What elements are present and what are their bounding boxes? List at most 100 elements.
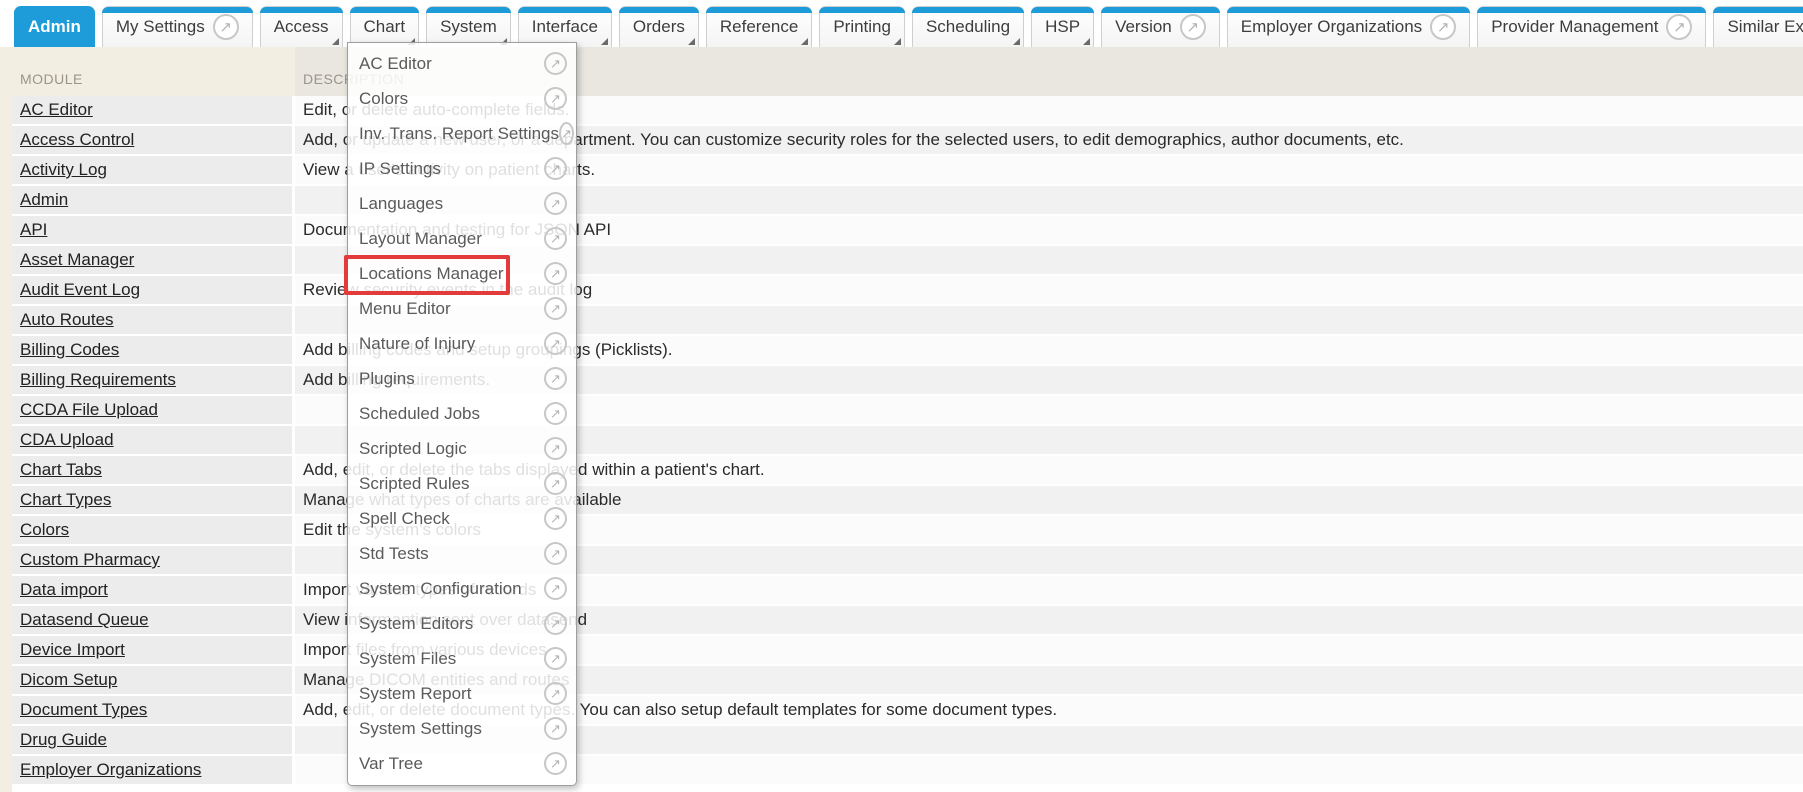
menu-item-nature-of-injury[interactable]: Nature of Injury ↗ — [348, 326, 576, 361]
tab-system[interactable]: System — [426, 6, 511, 47]
open-in-new-arrow-icon[interactable]: ↗ — [544, 262, 567, 285]
open-in-new-arrow-icon[interactable]: ↗ — [544, 682, 567, 705]
open-in-new-arrow-icon[interactable]: ↗ — [544, 87, 567, 110]
menu-item-system-editors[interactable]: System Editors ↗ — [348, 606, 576, 641]
module-link[interactable]: Admin — [20, 190, 68, 210]
open-in-new-arrow-icon[interactable]: ↗ — [544, 332, 567, 355]
module-link[interactable]: Dicom Setup — [20, 670, 117, 690]
tab-interface[interactable]: Interface — [518, 6, 612, 47]
open-in-new-arrow-icon[interactable]: ↗ — [544, 297, 567, 320]
menu-item-ip-settings[interactable]: IP Settings ↗ — [348, 151, 576, 186]
open-in-new-arrow-icon[interactable]: ↗ — [544, 227, 567, 250]
open-in-new-arrow-icon[interactable]: ↗ — [1180, 14, 1206, 40]
menu-item-locations-manager[interactable]: Locations Manager ↗ — [348, 256, 576, 291]
open-in-new-arrow-icon[interactable]: ↗ — [544, 192, 567, 215]
menu-item-var-tree[interactable]: Var Tree ↗ — [348, 746, 576, 781]
open-in-new-arrow-icon[interactable]: ↗ — [544, 717, 567, 740]
module-link[interactable]: Chart Tabs — [20, 460, 102, 480]
open-in-new-arrow-icon[interactable]: ↗ — [213, 14, 239, 40]
menu-item-menu-editor[interactable]: Menu Editor ↗ — [348, 291, 576, 326]
module-link[interactable]: Auto Routes — [20, 310, 114, 330]
module-cell: Datasend Queue — [12, 606, 292, 634]
module-cell: Colors — [12, 516, 292, 544]
menu-item-label: System Configuration — [359, 579, 544, 599]
menu-item-system-files[interactable]: System Files ↗ — [348, 641, 576, 676]
table-row: Chart Tabs Add, edit, or delete the tabs… — [0, 456, 1803, 484]
table-row: Chart Types Manage what types of charts … — [0, 486, 1803, 514]
open-in-new-arrow-icon[interactable]: ↗ — [544, 437, 567, 460]
tab-employer-organizations[interactable]: Employer Organizations ↗ — [1227, 6, 1470, 47]
menu-item-scheduled-jobs[interactable]: Scheduled Jobs ↗ — [348, 396, 576, 431]
open-in-new-arrow-icon[interactable]: ↗ — [544, 612, 567, 635]
open-in-new-arrow-icon[interactable]: ↗ — [544, 577, 567, 600]
tab-my-settings[interactable]: My Settings ↗ — [102, 6, 253, 47]
open-in-new-arrow-icon[interactable]: ↗ — [544, 52, 567, 75]
module-cell: Asset Manager — [12, 246, 292, 274]
module-link[interactable]: Chart Types — [20, 490, 111, 510]
menu-item-spell-check[interactable]: Spell Check ↗ — [348, 501, 576, 536]
menu-item-label: Scripted Rules — [359, 474, 544, 494]
menu-item-ac-editor[interactable]: AC Editor ↗ — [348, 46, 576, 81]
open-in-new-arrow-icon[interactable]: ↗ — [544, 402, 567, 425]
menu-item-system-configuration[interactable]: System Configuration ↗ — [348, 571, 576, 606]
tab-version[interactable]: Version ↗ — [1101, 6, 1220, 47]
module-link[interactable]: Access Control — [20, 130, 134, 150]
module-link[interactable]: Colors — [20, 520, 69, 540]
open-in-new-arrow-icon[interactable]: ↗ — [544, 507, 567, 530]
tab-hsp[interactable]: HSP — [1031, 6, 1094, 47]
module-link[interactable]: Audit Event Log — [20, 280, 140, 300]
open-in-new-arrow-icon[interactable]: ↗ — [544, 157, 567, 180]
menu-item-label: AC Editor — [359, 54, 544, 74]
module-link[interactable]: Drug Guide — [20, 730, 107, 750]
menu-item-scripted-logic[interactable]: Scripted Logic ↗ — [348, 431, 576, 466]
module-link[interactable]: Document Types — [20, 700, 147, 720]
open-in-new-arrow-icon[interactable]: ↗ — [544, 647, 567, 670]
tab-chart[interactable]: Chart — [350, 6, 420, 47]
tab-admin[interactable]: Admin — [14, 6, 95, 47]
open-in-new-arrow-icon[interactable]: ↗ — [544, 752, 567, 775]
module-link[interactable]: API — [20, 220, 47, 240]
module-link[interactable]: CCDA File Upload — [20, 400, 158, 420]
menu-item-colors[interactable]: Colors ↗ — [348, 81, 576, 116]
menu-item-layout-manager[interactable]: Layout Manager ↗ — [348, 221, 576, 256]
module-link[interactable]: Custom Pharmacy — [20, 550, 160, 570]
tab-provider-management[interactable]: Provider Management ↗ — [1477, 6, 1706, 47]
table-row: API Documentation and testing for JSON A… — [0, 216, 1803, 244]
open-in-new-arrow-icon[interactable]: ↗ — [1666, 14, 1692, 40]
menu-item-system-settings[interactable]: System Settings ↗ — [348, 711, 576, 746]
module-link[interactable]: Employer Organizations — [20, 760, 201, 780]
module-cell: Device Import — [12, 636, 292, 664]
open-in-new-arrow-icon[interactable]: ↗ — [544, 472, 567, 495]
menu-item-plugins[interactable]: Plugins ↗ — [348, 361, 576, 396]
module-link[interactable]: Asset Manager — [20, 250, 134, 270]
module-link[interactable]: Billing Codes — [20, 340, 119, 360]
menu-item-scripted-rules[interactable]: Scripted Rules ↗ — [348, 466, 576, 501]
tab-reference[interactable]: Reference — [706, 6, 812, 47]
tab-label: Chart — [364, 17, 406, 37]
tab-orders[interactable]: Orders — [619, 6, 699, 47]
open-in-new-arrow-icon[interactable]: ↗ — [544, 542, 567, 565]
tab-label: Printing — [833, 17, 891, 37]
menu-item-label: IP Settings — [359, 159, 544, 179]
tab-scheduling[interactable]: Scheduling — [912, 6, 1024, 47]
open-in-new-arrow-icon[interactable]: ↗ — [1430, 14, 1456, 40]
module-link[interactable]: Billing Requirements — [20, 370, 176, 390]
module-link[interactable]: AC Editor — [20, 100, 93, 120]
module-link[interactable]: Device Import — [20, 640, 125, 660]
menu-item-languages[interactable]: Languages ↗ — [348, 186, 576, 221]
menu-item-label: Scheduled Jobs — [359, 404, 544, 424]
tab-access[interactable]: Access — [260, 6, 343, 47]
open-in-new-arrow-icon[interactable]: ↗ — [559, 122, 574, 145]
tab-printing[interactable]: Printing — [819, 6, 905, 47]
table-row: Access Control Add, or update a new user… — [0, 126, 1803, 154]
module-link[interactable]: Datasend Queue — [20, 610, 149, 630]
tab-similar-exposure-groups-segs-[interactable]: Similar Exposure Groups (SEGs) ↗ — [1713, 6, 1803, 47]
open-in-new-arrow-icon[interactable]: ↗ — [544, 367, 567, 390]
menu-item-inv-trans-report-settings[interactable]: Inv. Trans. Report Settings ↗ — [348, 116, 576, 151]
module-link[interactable]: Data import — [20, 580, 108, 600]
module-link[interactable]: Activity Log — [20, 160, 107, 180]
menu-item-std-tests[interactable]: Std Tests ↗ — [348, 536, 576, 571]
menu-item-system-report[interactable]: System Report ↗ — [348, 676, 576, 711]
module-link[interactable]: CDA Upload — [20, 430, 114, 450]
module-cell: Billing Requirements — [12, 366, 292, 394]
